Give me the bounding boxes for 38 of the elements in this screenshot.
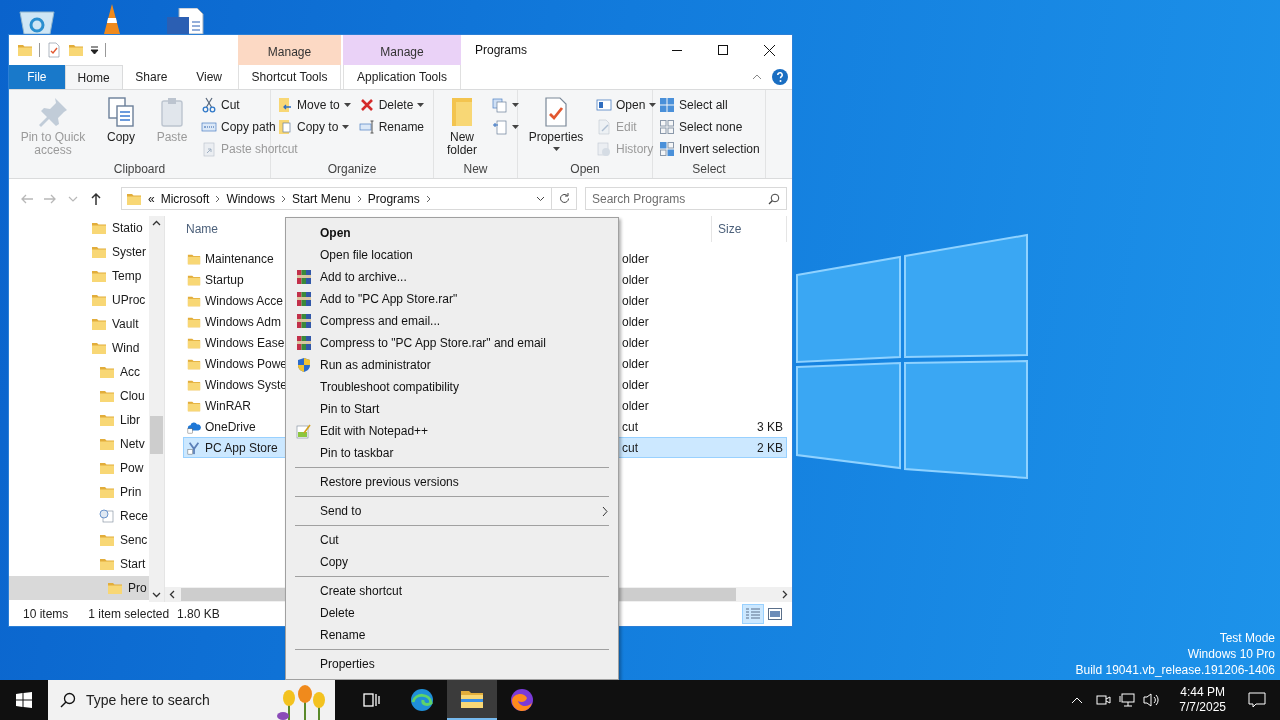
file-type: older — [622, 313, 649, 331]
file-size: 2 KB — [757, 439, 784, 457]
group-label: New — [462, 161, 489, 178]
desktop-text: Build 19041.vb_release.191206-1406 — [1075, 662, 1275, 678]
file-type: older — [622, 355, 649, 373]
file-type: cut — [622, 418, 638, 436]
file-name: Maintenance — [184, 249, 285, 268]
tab-group-header: Manage — [238, 35, 341, 65]
item-count: 10 items — [23, 606, 69, 623]
file-name: Windows Powe — [184, 354, 285, 373]
file-name: OneDrive — [184, 417, 285, 436]
file-name: Windows Syste — [184, 375, 285, 394]
window-title: Programs — [474, 42, 528, 59]
file-type: older — [622, 397, 649, 415]
desktop-text: Windows 10 Pro — [1187, 646, 1275, 662]
group-label: Select — [691, 161, 727, 178]
clock-time: 4:44 PM — [1180, 685, 1225, 700]
file-type: older — [622, 250, 649, 268]
file-size: 3 KB — [757, 418, 784, 436]
file-name: Startup — [184, 270, 285, 289]
tab-group-header: Manage — [343, 35, 461, 65]
desktop-text: Test Mode — [1219, 630, 1275, 646]
file-name: PC App Store — [184, 438, 285, 457]
group-label: Open — [569, 161, 601, 178]
group-label: Organize — [326, 161, 378, 178]
file-type: older — [622, 292, 649, 310]
file-name: WinRAR — [184, 396, 285, 415]
file-type: older — [622, 271, 649, 289]
file-name: Windows Ease — [184, 333, 285, 352]
group-label: Clipboard — [112, 161, 167, 178]
file-type: older — [622, 376, 649, 394]
selection-info: 1 item selected — [88, 606, 170, 623]
file-name: Windows Adm — [184, 312, 285, 331]
file-type: cut — [622, 439, 638, 457]
file-name: Windows Acce — [184, 291, 285, 310]
clock-date: 7/7/2025 — [1179, 700, 1226, 715]
selection-size: 1.80 KB — [177, 606, 220, 623]
file-type: older — [622, 334, 649, 352]
